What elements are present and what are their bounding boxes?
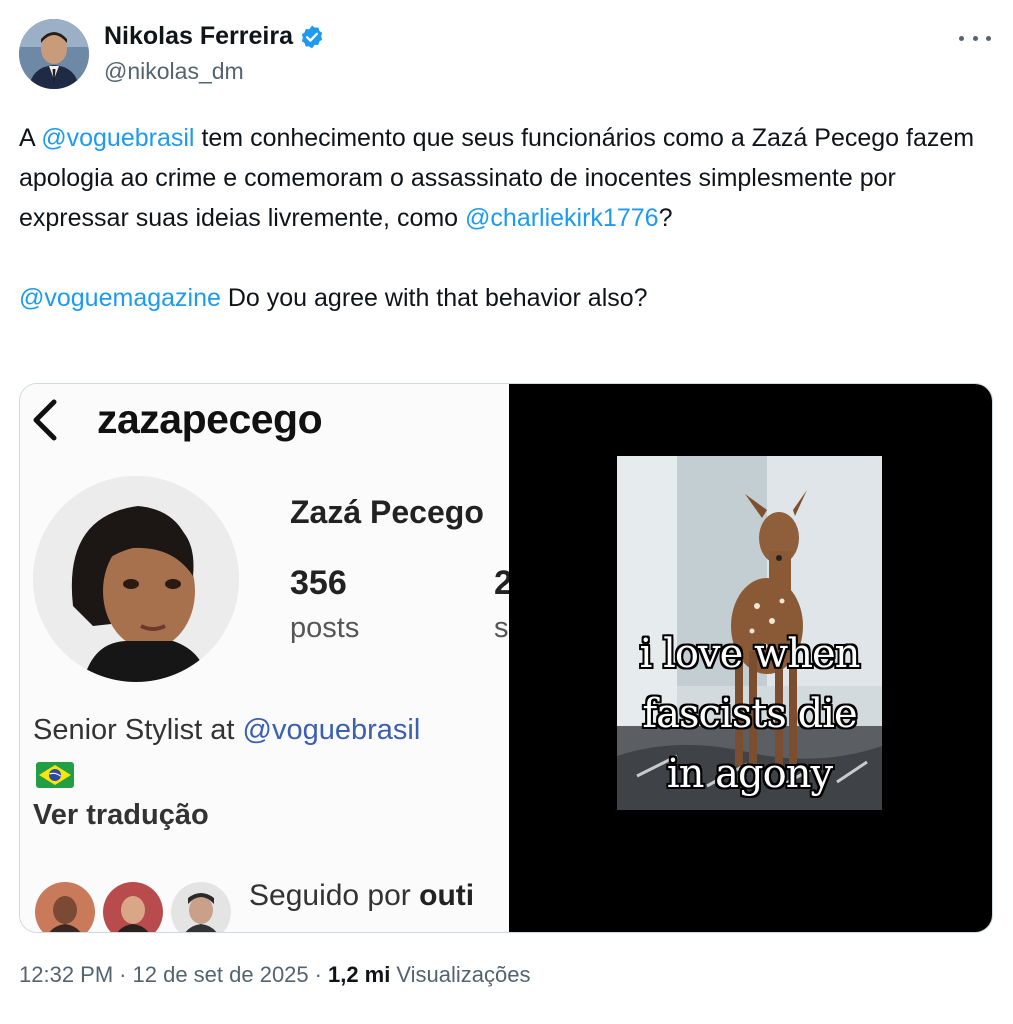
ig-bio-link: @voguebrasil	[242, 714, 421, 746]
text-segment: Do you agree with that behavior also?	[220, 284, 648, 312]
dot	[972, 35, 978, 41]
dot	[959, 35, 964, 41]
meme-caption-line: i love when	[639, 631, 861, 677]
author-display-name[interactable]: Nikolas Ferreira	[104, 22, 293, 51]
ig-username: zazapecego	[97, 396, 323, 442]
mention-charliekirk[interactable]: @charliekirk1776	[465, 204, 659, 232]
ig-followed-bold: outi	[419, 879, 475, 912]
meme-panel: i love when fascists die in agony	[509, 384, 992, 932]
follower-avatar	[32, 879, 98, 932]
verified-badge-icon	[301, 25, 323, 48]
tweet-time[interactable]: 12:32 PM	[19, 962, 113, 988]
tweet: Nikolas Ferreira @nikolas_dm A @voguebra…	[0, 0, 1013, 1024]
follower-avatar	[168, 879, 234, 932]
views-label: Visualizações	[396, 962, 531, 987]
ig-translate-link: Ver tradução	[33, 799, 209, 831]
separator: ·	[119, 962, 127, 987]
ig-followers-label-cut: s	[494, 612, 509, 644]
back-chevron-icon	[33, 399, 57, 441]
separator: ·	[314, 962, 322, 987]
meme-caption: i love when fascists die in agony	[617, 624, 882, 804]
meme-image: i love when fascists die in agony	[617, 456, 882, 810]
ig-profile-photo	[33, 476, 239, 682]
tweet-paragraph-2: @voguemagazine Do you agree with that be…	[19, 278, 989, 318]
meme-caption-line: in agony	[666, 751, 833, 797]
text-segment: ?	[658, 204, 673, 232]
ig-bio: Senior Stylist at @voguebrasil	[33, 714, 420, 747]
ig-followed-by: Seguido por outi	[249, 879, 474, 913]
meme-caption-line: fascists die	[642, 691, 857, 737]
ig-followers-count-cut: 2	[494, 564, 509, 603]
mention-voguemagazine[interactable]: @voguemagazine	[19, 284, 221, 312]
dot	[986, 35, 991, 41]
more-options-icon[interactable]	[959, 26, 991, 50]
brazil-flag-icon	[36, 762, 74, 788]
tweet-media[interactable]: zazapecego Zazá Pecego 356 posts 2 s Sen…	[19, 383, 993, 933]
ig-full-name: Zazá Pecego	[290, 494, 484, 530]
tweet-text: A @voguebrasil tem conhecimento que seus…	[19, 118, 989, 318]
follower-avatar	[100, 879, 166, 932]
tweet-date[interactable]: 12 de set de 2025	[133, 962, 309, 988]
views-count: 1,2 mi	[327, 962, 391, 987]
ig-follower-avatars	[32, 879, 234, 932]
text-segment: A	[19, 124, 42, 152]
author-name-row: Nikolas Ferreira	[104, 22, 325, 51]
mention-voguebrasil[interactable]: @voguebrasil	[41, 124, 194, 152]
instagram-screenshot: zazapecego Zazá Pecego 356 posts 2 s Sen…	[20, 384, 509, 932]
author-handle[interactable]: @nikolas_dm	[104, 58, 244, 85]
ig-followed-text: Seguido por	[249, 879, 420, 912]
ig-bio-text: Senior Stylist at	[33, 714, 243, 746]
ig-posts-label: posts	[290, 612, 360, 644]
ig-posts-count: 356	[290, 564, 347, 602]
tweet-footer: 12:32 PM · 12 de set de 2025 · 1,2 mi Vi…	[19, 962, 530, 988]
author-avatar[interactable]	[19, 19, 89, 89]
tweet-paragraph-1: A @voguebrasil tem conhecimento que seus…	[19, 118, 989, 238]
